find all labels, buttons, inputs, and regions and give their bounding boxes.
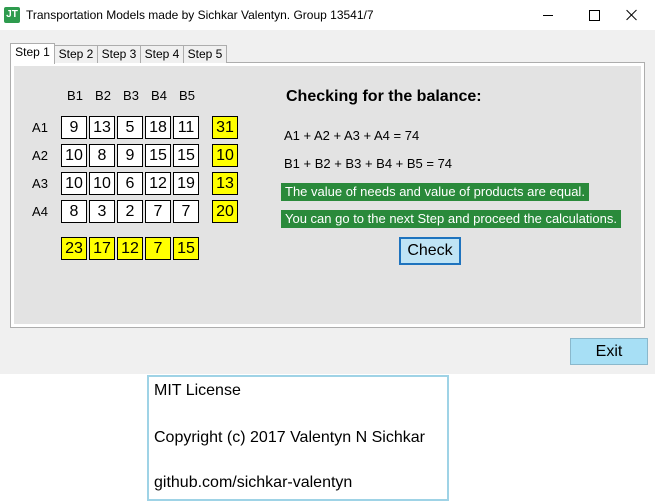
license-title: MIT License <box>154 382 241 399</box>
demand-cell: 23 <box>61 237 87 260</box>
cost-cell: 6 <box>117 172 143 195</box>
supply-sum-text: A1 + A2 + A3 + A4 = 74 <box>284 128 420 143</box>
app-icon: JT <box>4 7 20 23</box>
cost-cell: 15 <box>173 144 199 167</box>
cost-cell: 3 <box>89 200 115 223</box>
row-header-a1: A1 <box>32 120 48 135</box>
minimize-button[interactable] <box>525 0 571 30</box>
app-window: JT Transportation Models made by Sichkar… <box>0 0 655 374</box>
cost-cell: 7 <box>145 200 171 223</box>
close-icon <box>626 9 638 21</box>
check-button[interactable]: Check <box>399 237 461 265</box>
next-step-message: You can go to the next Step and proceed … <box>281 210 621 228</box>
exit-button[interactable]: Exit <box>570 338 648 365</box>
demand-cell: 7 <box>145 237 171 260</box>
tab-step-1[interactable]: Step 1 <box>10 43 55 64</box>
cost-cell: 10 <box>61 144 87 167</box>
tab-step-4[interactable]: Step 4 <box>140 45 184 63</box>
cost-cell: 13 <box>89 116 115 139</box>
balance-heading: Checking for the balance: <box>286 88 482 105</box>
license-copyright: Copyright (c) 2017 Valentyn N Sichkar <box>154 429 425 446</box>
row-header-a2: A2 <box>32 148 48 163</box>
balance-equal-message: The value of needs and value of products… <box>281 183 589 201</box>
cost-cell: 5 <box>117 116 143 139</box>
demand-cell: 12 <box>117 237 143 260</box>
tab-step-2[interactable]: Step 2 <box>54 45 98 63</box>
column-header-b1: B1 <box>67 88 83 103</box>
cost-cell: 8 <box>61 200 87 223</box>
column-header-b2: B2 <box>95 88 111 103</box>
row-header-a3: A3 <box>32 176 48 191</box>
row-header-a4: A4 <box>32 204 48 219</box>
maximize-icon <box>588 9 600 21</box>
license-box: MIT License Copyright (c) 2017 Valentyn … <box>147 375 449 501</box>
demand-sum-text: B1 + B2 + B3 + B4 + B5 = 74 <box>284 156 453 171</box>
license-url: github.com/sichkar-valentyn <box>154 474 353 491</box>
minimize-icon <box>543 14 553 16</box>
demand-cell: 15 <box>173 237 199 260</box>
cost-cell: 10 <box>89 172 115 195</box>
close-button[interactable] <box>609 0 655 30</box>
supply-cell: 20 <box>212 200 238 223</box>
cost-cell: 11 <box>173 116 199 139</box>
cost-cell: 10 <box>61 172 87 195</box>
title-bar[interactable]: JT Transportation Models made by Sichkar… <box>0 0 655 30</box>
demand-cell: 17 <box>89 237 115 260</box>
cost-cell: 7 <box>173 200 199 223</box>
cost-cell: 15 <box>145 144 171 167</box>
cost-cell: 8 <box>89 144 115 167</box>
column-header-b5: B5 <box>179 88 195 103</box>
column-header-b3: B3 <box>123 88 139 103</box>
cost-cell: 12 <box>145 172 171 195</box>
supply-cell: 31 <box>212 116 238 139</box>
tab-step-5[interactable]: Step 5 <box>183 45 227 63</box>
supply-cell: 10 <box>212 144 238 167</box>
cost-cell: 2 <box>117 200 143 223</box>
cost-cell: 18 <box>145 116 171 139</box>
supply-cell: 13 <box>212 172 238 195</box>
tab-step-3[interactable]: Step 3 <box>97 45 141 63</box>
cost-cell: 9 <box>61 116 87 139</box>
cost-cell: 19 <box>173 172 199 195</box>
column-header-b4: B4 <box>151 88 167 103</box>
cost-cell: 9 <box>117 144 143 167</box>
window-title: Transportation Models made by Sichkar Va… <box>26 8 374 22</box>
